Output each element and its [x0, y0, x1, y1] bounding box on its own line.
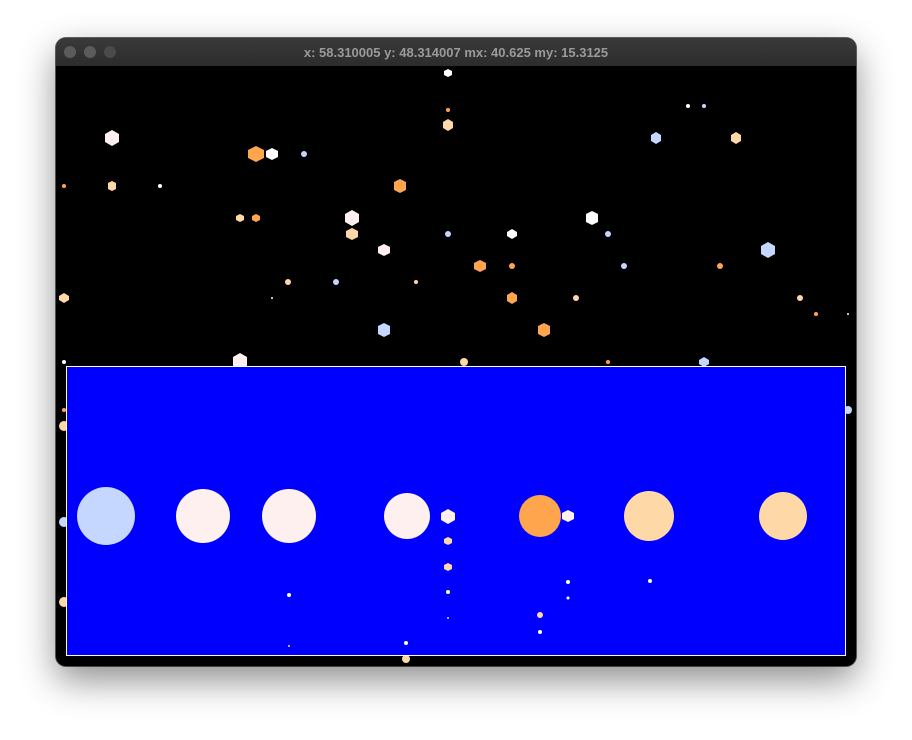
- star: [507, 292, 517, 304]
- star: [605, 231, 611, 237]
- star: [266, 148, 278, 160]
- star: [731, 132, 741, 144]
- star: [573, 295, 579, 301]
- star: [443, 119, 453, 131]
- star: [402, 655, 410, 663]
- star: [346, 228, 358, 240]
- star: [474, 260, 486, 272]
- star: [285, 279, 291, 285]
- star: [62, 360, 66, 364]
- star: [445, 231, 451, 237]
- star: [176, 489, 230, 543]
- star: [384, 493, 430, 539]
- star: [288, 645, 290, 647]
- star: [444, 69, 452, 77]
- star: [59, 293, 69, 303]
- star: [404, 641, 408, 645]
- star: [686, 104, 690, 108]
- star: [759, 492, 807, 540]
- star: [333, 279, 339, 285]
- star: [538, 630, 542, 634]
- star: [287, 593, 291, 597]
- star: [378, 323, 390, 337]
- star: [394, 179, 406, 193]
- star: [648, 579, 652, 583]
- star: [345, 210, 359, 226]
- star: [566, 596, 570, 600]
- star: [797, 295, 803, 301]
- star: [378, 244, 390, 256]
- star: [814, 312, 818, 316]
- starfield: [59, 69, 852, 663]
- render-canvas[interactable]: [56, 66, 856, 666]
- star: [699, 357, 709, 367]
- star: [566, 580, 570, 584]
- star: [62, 184, 66, 188]
- star: [447, 617, 449, 619]
- star: [236, 214, 244, 222]
- star: [538, 323, 550, 337]
- star: [446, 108, 450, 112]
- star: [651, 132, 661, 144]
- window-title: x: 58.310005 y: 48.314007 mx: 40.625 my:…: [303, 45, 609, 60]
- star: [702, 104, 706, 108]
- star: [105, 130, 119, 146]
- star: [606, 360, 610, 364]
- star: [586, 211, 598, 225]
- star: [507, 229, 517, 239]
- star: [62, 408, 66, 412]
- star: [537, 612, 543, 618]
- star: [624, 491, 674, 541]
- star: [621, 263, 627, 269]
- star: [717, 263, 723, 269]
- star: [509, 263, 515, 269]
- star: [460, 358, 468, 366]
- star: [847, 313, 849, 315]
- star: [158, 184, 162, 188]
- title-bar[interactable]: x: 58.310005 y: 48.314007 mx: 40.625 my:…: [56, 38, 856, 67]
- star: [248, 146, 264, 162]
- star: [271, 297, 273, 299]
- star: [446, 590, 450, 594]
- star: [252, 214, 260, 222]
- star: [262, 489, 316, 543]
- star: [414, 280, 418, 284]
- star: [108, 181, 116, 191]
- star: [77, 487, 135, 545]
- star: [761, 242, 775, 258]
- star: [301, 151, 307, 157]
- app-window: x: 58.310005 y: 48.314007 mx: 40.625 my:…: [56, 38, 856, 666]
- star: [519, 495, 561, 537]
